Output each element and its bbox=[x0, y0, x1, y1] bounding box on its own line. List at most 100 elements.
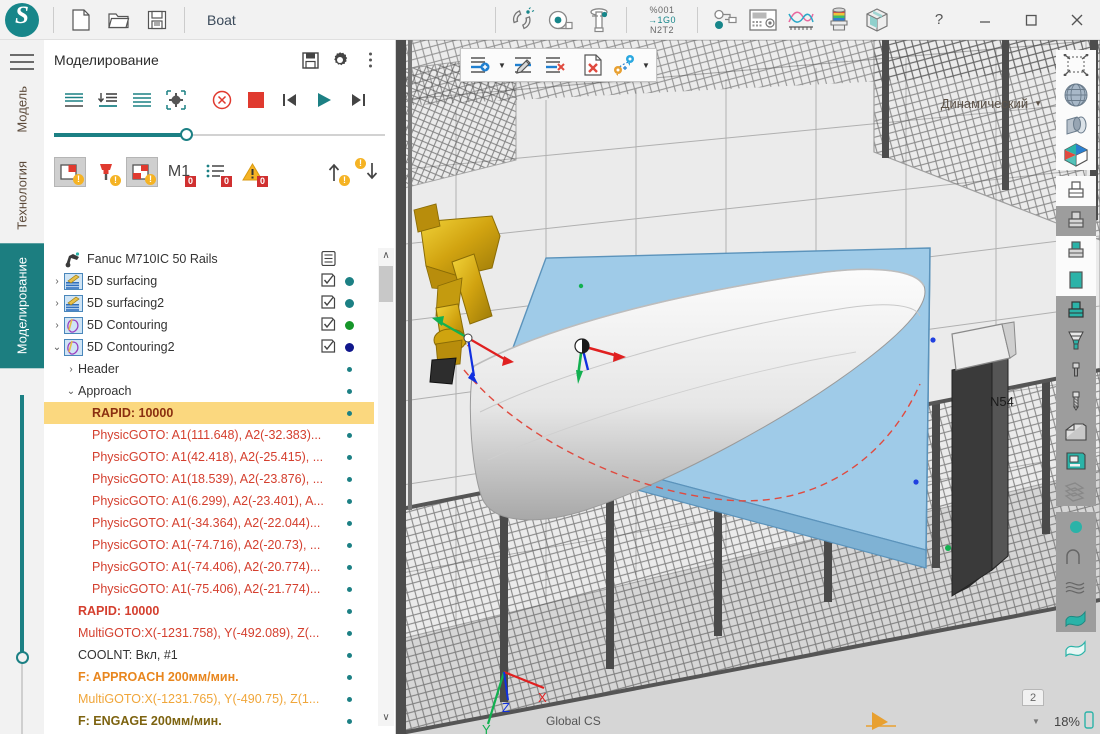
progress-knob[interactable] bbox=[180, 128, 193, 141]
maximize-button[interactable] bbox=[1008, 0, 1054, 39]
tree-item-line[interactable]: PhysicGOTO: A1(6.299), A2(-23.401), A... bbox=[44, 490, 374, 512]
nc-program-icon[interactable]: %001 →1G0 N2T2 bbox=[635, 3, 689, 37]
list-errors-icon[interactable]: 0 bbox=[200, 157, 232, 187]
warning-triangle-icon[interactable]: 0 bbox=[236, 157, 268, 187]
chevron-down-icon[interactable]: ⌄ bbox=[64, 386, 78, 397]
add-line-icon[interactable] bbox=[465, 51, 495, 79]
select-region-icon[interactable] bbox=[1056, 50, 1096, 80]
stop-icon[interactable] bbox=[240, 85, 272, 115]
delete-file-icon[interactable] bbox=[578, 51, 608, 79]
controller-panel-icon[interactable] bbox=[744, 3, 782, 37]
sidebar-tab-simulation[interactable]: Моделирование bbox=[0, 243, 44, 368]
point-icon[interactable] bbox=[1056, 512, 1096, 542]
measure-tape-icon[interactable] bbox=[542, 3, 580, 37]
more-vertical-icon[interactable] bbox=[355, 45, 385, 75]
tree-item-line[interactable]: MultiGOTO:X(-1231.758), Y(-492.089), Z(.… bbox=[44, 622, 374, 644]
scroll-up-icon[interactable]: ∧ bbox=[378, 248, 394, 264]
stock-stack-icon[interactable] bbox=[1056, 326, 1096, 356]
chevron-down-icon[interactable]: ⌄ bbox=[50, 342, 64, 353]
close-button[interactable] bbox=[1054, 0, 1100, 39]
workpiece-warning-icon[interactable]: ! bbox=[54, 157, 86, 187]
chevron-right-icon[interactable]: › bbox=[64, 364, 78, 375]
tool-small-icon[interactable] bbox=[1056, 356, 1096, 386]
tree-item-operation[interactable]: Fanuc M710IC 50 Rails bbox=[44, 248, 374, 270]
connection-icon[interactable] bbox=[706, 3, 744, 37]
m1-stop-icon[interactable]: M1 0 bbox=[162, 157, 196, 187]
tree-item-operation[interactable]: ›5D surfacing bbox=[44, 270, 374, 292]
list-icon[interactable] bbox=[321, 251, 336, 266]
visibility-checkbox[interactable] bbox=[321, 317, 336, 332]
open-folder-icon[interactable] bbox=[100, 3, 138, 37]
viewport-tab-badge[interactable]: 2 bbox=[1022, 689, 1044, 706]
visibility-checkbox[interactable] bbox=[321, 295, 336, 310]
stock-plain-icon[interactable] bbox=[1056, 176, 1096, 206]
new-file-icon[interactable] bbox=[62, 3, 100, 37]
stock-teal-sel-icon[interactable] bbox=[1056, 296, 1096, 326]
zoom-slider-icon[interactable] bbox=[1084, 711, 1094, 732]
rail-slider[interactable] bbox=[14, 395, 30, 734]
tree-item-line[interactable]: ⌄Approach bbox=[44, 380, 374, 402]
sidebar-tab-model[interactable]: Модель bbox=[0, 72, 44, 147]
cancel-icon[interactable] bbox=[206, 85, 238, 115]
surface-wire-icon[interactable] bbox=[1056, 572, 1096, 602]
color-cube-icon[interactable] bbox=[1056, 140, 1096, 170]
toolpath-icon[interactable] bbox=[1056, 476, 1096, 506]
machine-icon[interactable] bbox=[1056, 446, 1096, 476]
tree-item-line[interactable]: PhysicGOTO: A1(18.539), A2(-23.876), ... bbox=[44, 468, 374, 490]
view-mode-dropdown[interactable]: Динамический ▼ bbox=[941, 96, 1042, 111]
minimize-button[interactable] bbox=[962, 0, 1008, 39]
edit-line-icon[interactable] bbox=[509, 51, 539, 79]
rail-slider-knob[interactable] bbox=[16, 651, 29, 664]
gear-icon[interactable] bbox=[325, 45, 355, 75]
tree-item-operation[interactable]: ⌄5D Contouring2 bbox=[44, 336, 374, 358]
save-icon[interactable] bbox=[295, 45, 325, 75]
tree-item-operation[interactable]: ›5D Contouring bbox=[44, 314, 374, 336]
cylinder-icon[interactable] bbox=[1056, 110, 1096, 140]
chevron-down-icon[interactable]: ▼ bbox=[1032, 717, 1040, 726]
tree-item-operation[interactable]: ›5D surfacing2 bbox=[44, 292, 374, 314]
tree-item-line[interactable]: COOLNT: Вкл, #1 bbox=[44, 644, 374, 666]
visibility-checkbox[interactable] bbox=[321, 273, 336, 288]
chevron-down-icon[interactable]: ▼ bbox=[640, 61, 652, 70]
stock-grey-icon[interactable] bbox=[1056, 206, 1096, 236]
chevron-right-icon[interactable]: › bbox=[50, 276, 64, 287]
step-to-line-icon[interactable] bbox=[92, 85, 124, 115]
help-button[interactable]: ? bbox=[916, 0, 962, 39]
surface-light-icon[interactable] bbox=[1056, 632, 1096, 662]
curves-graph-icon[interactable] bbox=[782, 3, 820, 37]
play-icon[interactable] bbox=[308, 85, 340, 115]
fixture-warning-icon[interactable]: ! bbox=[126, 157, 158, 187]
collision-icon[interactable] bbox=[160, 85, 192, 115]
points-icon[interactable] bbox=[609, 51, 639, 79]
3d-viewport[interactable]: X Y Z ▼ ▼ N54 Динамический bbox=[396, 40, 1100, 734]
surface-teal-icon[interactable] bbox=[1056, 602, 1096, 632]
tree-item-line[interactable]: PhysicGOTO: A1(-34.364), A2(-22.044)... bbox=[44, 512, 374, 534]
tree-item-line[interactable]: PhysicGOTO: A1(-75.406), A2(-21.774)... bbox=[44, 578, 374, 600]
tree-item-line[interactable]: F: APPROACH 200мм/мин. bbox=[44, 666, 374, 688]
stock-teal-top-icon[interactable] bbox=[1056, 236, 1096, 266]
simulation-progress-slider[interactable] bbox=[44, 120, 395, 150]
tree-item-line[interactable]: PhysicGOTO: A1(42.418), A2(-25.415), ... bbox=[44, 446, 374, 468]
sidebar-tab-technology[interactable]: Технология bbox=[0, 147, 44, 244]
stock-box-icon[interactable] bbox=[858, 3, 896, 37]
lines-icon[interactable] bbox=[126, 85, 158, 115]
save-disk-icon[interactable] bbox=[138, 3, 176, 37]
caliper-icon[interactable] bbox=[580, 3, 618, 37]
magnet-icon[interactable] bbox=[504, 3, 542, 37]
tree-scrollbar[interactable]: ∧ ∨ bbox=[378, 248, 394, 726]
chevron-down-icon[interactable]: ▼ bbox=[1034, 99, 1042, 108]
arc-icon[interactable] bbox=[1056, 542, 1096, 572]
arrow-down-warning-icon[interactable]: ! bbox=[355, 157, 387, 187]
operation-tree[interactable]: Fanuc M710IC 50 Rails›5D surfacing›5D su… bbox=[44, 248, 374, 726]
step-back-icon[interactable] bbox=[274, 85, 306, 115]
tool-holder-warning-icon[interactable]: ! bbox=[90, 157, 122, 187]
tree-item-line[interactable]: MultiGOTO:X(-1231.765), Y(-490.75), Z(1.… bbox=[44, 688, 374, 710]
chevron-down-icon[interactable]: ▼ bbox=[496, 61, 508, 70]
arrow-up-warning-icon[interactable]: ! bbox=[319, 157, 351, 187]
scroll-down-icon[interactable]: ∨ bbox=[378, 710, 394, 726]
drill-icon[interactable] bbox=[1056, 386, 1096, 416]
tree-item-line[interactable]: PhysicGOTO: A1(-74.406), A2(-20.774)... bbox=[44, 556, 374, 578]
menu-icon[interactable] bbox=[10, 54, 34, 72]
globe-icon[interactable] bbox=[1056, 80, 1096, 110]
stock-teal-icon[interactable] bbox=[1056, 266, 1096, 296]
